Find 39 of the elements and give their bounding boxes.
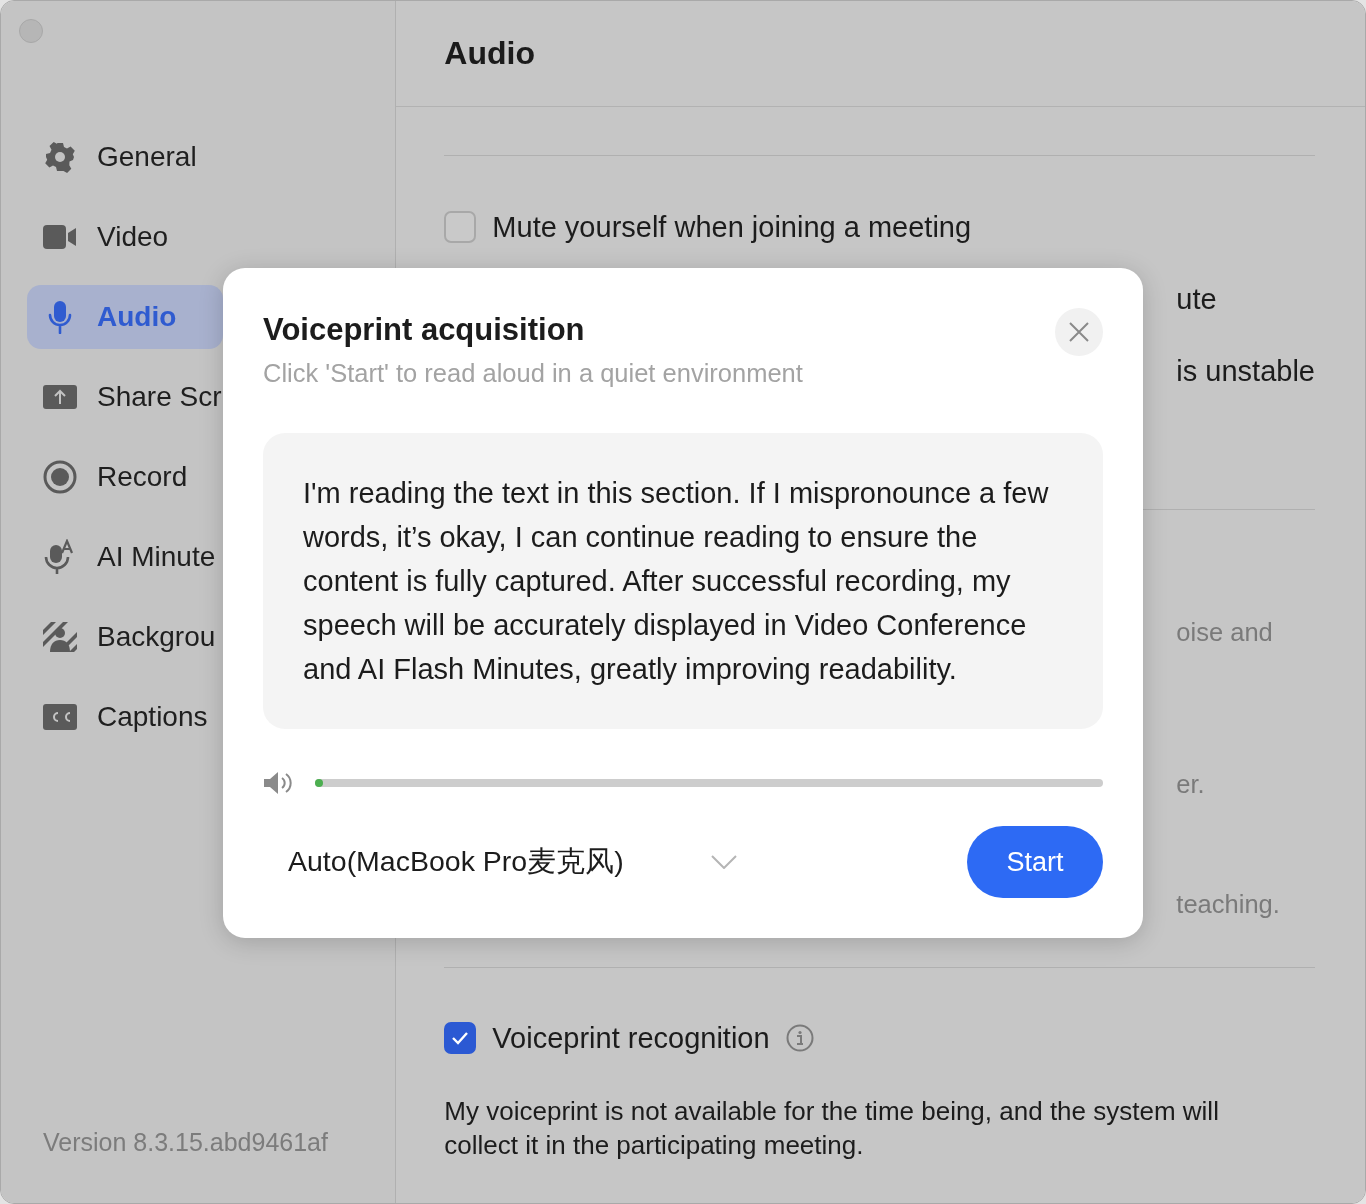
checkbox-label: Voiceprint recognition: [492, 1021, 770, 1055]
dialog-subtitle: Click 'Start' to read aloud in a quiet environment: [263, 358, 804, 388]
close-button[interactable]: [1055, 308, 1103, 356]
setting-label: is unstable: [1176, 354, 1315, 388]
chevron-down-icon: [711, 855, 737, 869]
reading-text: I'm reading the text in this section. If I mispronounce a few words, it’s okay, I can continue reading to ensure the content is fully captured. After successful recording, my speech will be accurately displayed in Video Conference and AI Flash Minutes, greatly improving readability.: [263, 433, 1103, 729]
checkbox-label: Mute yourself when joining a meeting: [492, 210, 972, 244]
start-button[interactable]: Start: [967, 826, 1103, 898]
sidebar-item[interactable]: Record: [27, 445, 223, 509]
video-camera-icon: [43, 224, 77, 250]
setting-label: ute: [1176, 282, 1217, 316]
page-title: Audio: [444, 35, 535, 72]
sidebar-item[interactable]: General: [27, 125, 223, 189]
background-icon: [43, 622, 77, 652]
close-icon: [1069, 322, 1089, 342]
setting-hint: er.: [1176, 769, 1205, 799]
microphone-icon: [48, 300, 72, 334]
sidebar-item[interactable]: Video: [27, 205, 223, 269]
setting-hint: oise and: [1176, 617, 1273, 647]
sidebar-item[interactable]: Share Scr: [27, 365, 223, 429]
record-icon: [43, 460, 77, 494]
check-icon: [450, 1030, 471, 1046]
voiceprint-note: My voiceprint is not available for the time being, and the system will collect it in the participating meeting.: [444, 1095, 1220, 1162]
window-control[interactable]: [19, 19, 43, 43]
sidebar-item[interactable]: AI Minute: [27, 525, 223, 589]
setting-hint: teaching.: [1176, 889, 1280, 919]
dialog-title: Voiceprint acquisition: [263, 312, 585, 348]
version-label: Version 8.3.15.abd9461af: [43, 1128, 329, 1157]
sidebar-item[interactable]: Captions: [27, 685, 223, 749]
sidebar-item[interactable]: Backgrou: [27, 605, 223, 669]
captions-icon: [43, 704, 77, 730]
speaker-icon: [263, 771, 293, 795]
checkbox[interactable]: [444, 211, 477, 243]
info-icon[interactable]: [785, 1024, 814, 1052]
checkbox[interactable]: [444, 1022, 477, 1054]
share-screen-icon: [43, 384, 77, 410]
microphone-dropdown[interactable]: Auto(MacBook Pro麦克风): [263, 826, 743, 898]
ai-microphone-icon: [44, 539, 76, 575]
gear-icon: [44, 141, 76, 173]
